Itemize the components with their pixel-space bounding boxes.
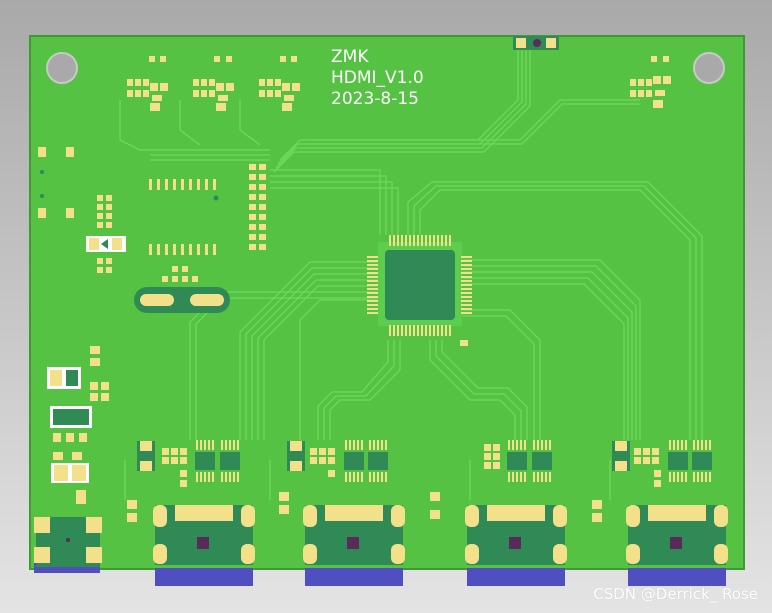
silkscreen-line-3: 2023-8-15: [331, 89, 419, 109]
pcb-board-render: ZMK HDMI_V1.0 2023-8-15: [29, 35, 745, 586]
silkscreen-line-2: HDMI_V1.0: [331, 68, 424, 88]
mounting-hole-right: [693, 52, 725, 84]
watermark: CSDN @Derrick_ Rose: [593, 585, 758, 603]
mounting-hole-left: [46, 52, 78, 84]
top-header-connector: [513, 36, 559, 50]
power-jack: [34, 517, 102, 573]
main-ic: [367, 235, 472, 336]
silkscreen-line-1: ZMK: [331, 47, 369, 67]
